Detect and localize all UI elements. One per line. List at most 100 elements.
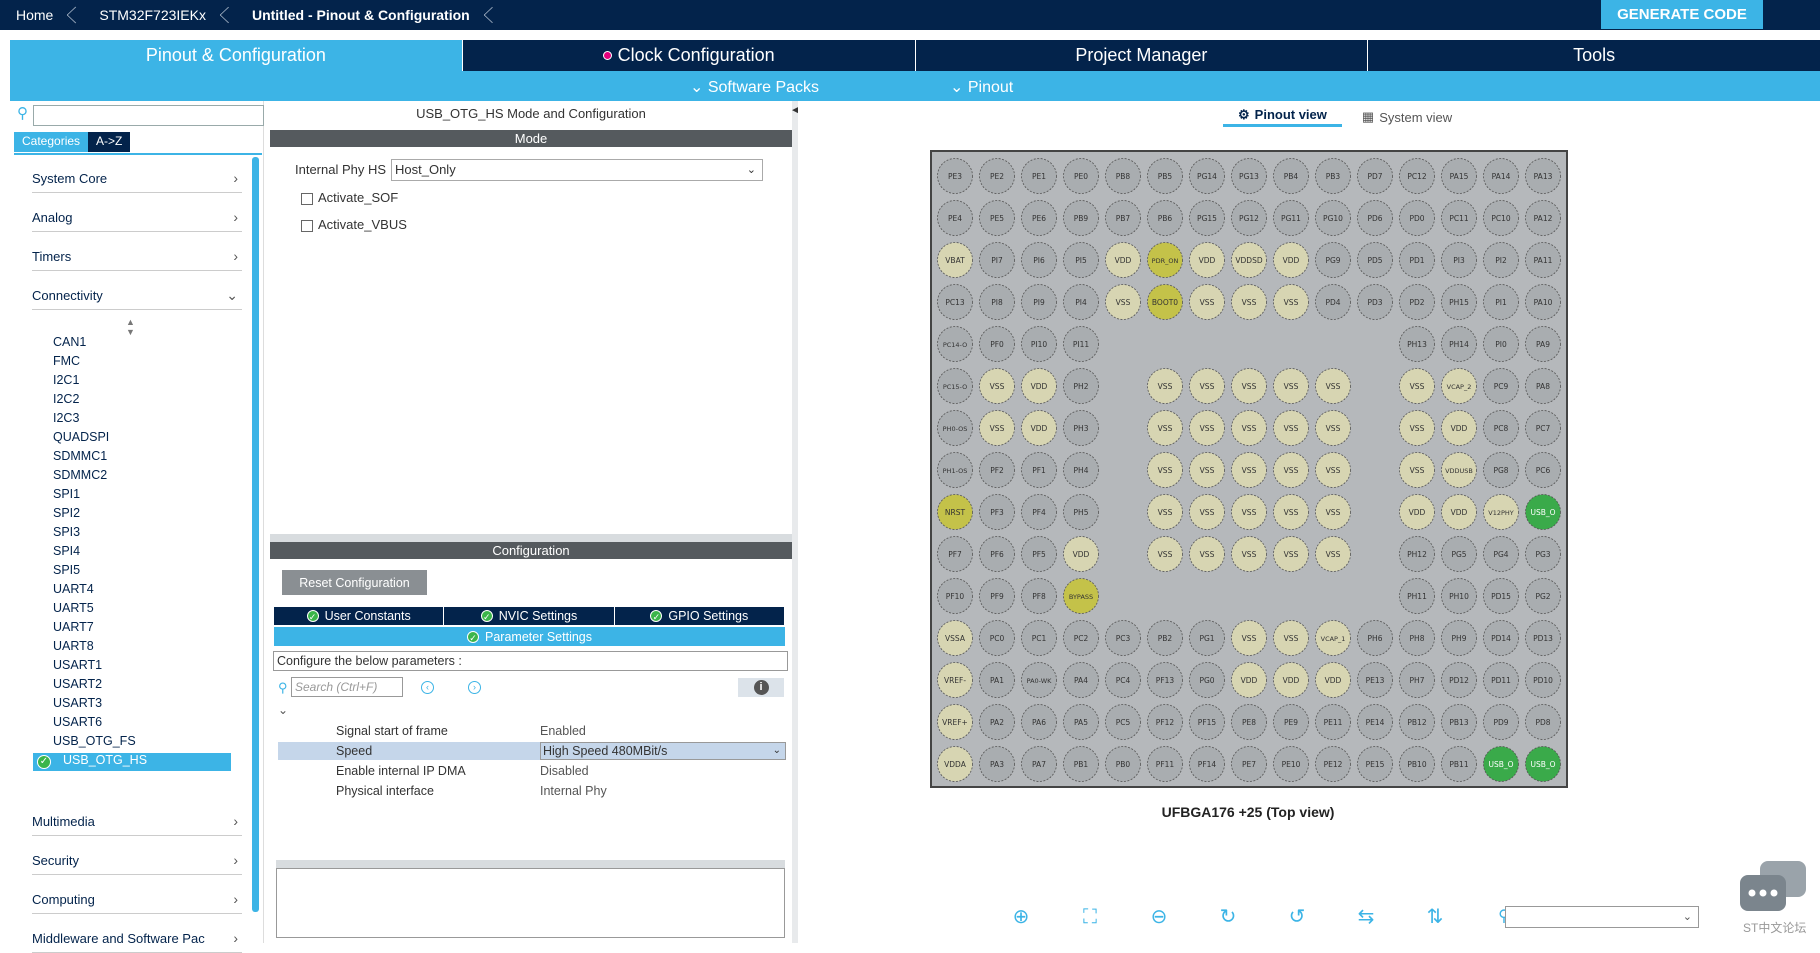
info-icon: i [753,680,769,695]
connectivity-item[interactable]: SPI1 [53,487,80,501]
activate-sof-checkbox[interactable] [301,193,313,205]
pin-label: VCAP_2 [1447,383,1472,391]
connectivity-item[interactable]: FMC [53,354,80,368]
scrollbar[interactable] [252,157,259,912]
connectivity-item[interactable]: SPI3 [53,525,80,539]
connectivity-item[interactable]: SDMMC1 [53,449,107,463]
connectivity-item[interactable]: UART4 [53,582,94,596]
generate-code-button[interactable]: GENERATE CODE [1601,0,1763,29]
tab-pinout-configuration[interactable]: Pinout & Configuration [10,40,462,71]
breadcrumb-device[interactable]: STM32F723IEKx [83,0,236,30]
rotate-right-icon[interactable]: ↻ [1215,904,1241,930]
zoom-out-icon[interactable]: ⊖ [1146,904,1172,930]
pin-label: PC15-O [943,383,967,391]
connectivity-item[interactable]: USART6 [53,715,102,729]
categories-button[interactable]: Categories [14,132,89,152]
connectivity-item[interactable]: QUADSPI [53,430,109,444]
tab-nvic-settings[interactable]: ✓ NVIC Settings [444,607,615,625]
tab-parameter-settings[interactable]: ✓ Parameter Settings [274,627,785,646]
tab-clock-configuration[interactable]: Clock Configuration [461,40,915,71]
previous-result-icon[interactable]: ‹ [421,681,434,694]
connectivity-item[interactable]: I2C2 [53,392,79,406]
parameter-row[interactable]: Signal start of frame Enabled [278,722,786,740]
chevron-down-icon[interactable]: ⌄ [278,703,288,717]
parameter-row[interactable]: Physical interface Internal Phy [278,782,786,800]
parameter-search-input[interactable]: Search (Ctrl+F) [291,677,403,697]
parameter-row[interactable]: Enable internal IP DMA Disabled [278,762,786,780]
connectivity-item[interactable]: USART2 [53,677,102,691]
pin-label: VSS [1242,466,1257,475]
a-z-button[interactable]: A->Z [88,132,131,152]
category-computing[interactable]: Computing › [32,891,242,914]
connectivity-item[interactable]: SPI2 [53,506,80,520]
pin-label: PF6 [990,550,1004,559]
connectivity-item[interactable]: USB_OTG_FS [53,734,136,748]
pinout-menu[interactable]: ⌄ Pinout [950,77,1013,97]
connectivity-item[interactable]: USART3 [53,696,102,710]
splitter[interactable] [276,860,785,868]
parameter-row-selected[interactable]: Speed High Speed 480MBit/s ⌄ [278,742,786,760]
pin-label: PF5 [1032,550,1046,559]
sort-icon[interactable]: ▲ ▼ [126,317,135,337]
pin-search-select[interactable]: ⌄ [1505,906,1699,928]
connectivity-item[interactable]: SDMMC2 [53,468,107,482]
pin-label: PC13 [945,298,965,307]
next-result-icon[interactable]: › [468,681,481,694]
connectivity-item[interactable]: UART8 [53,639,94,653]
category-analog[interactable]: Analog › [32,209,242,232]
breadcrumb-project[interactable]: Untitled - Pinout & Configuration [236,0,500,30]
chat-icon[interactable] [1738,859,1808,919]
category-middleware[interactable]: Middleware and Software Pac › [32,930,242,953]
software-packs-menu[interactable]: ⌄ Software Packs [690,77,819,97]
rotate-left-icon[interactable]: ↺ [1284,904,1310,930]
breadcrumb-bar: Home STM32F723IEKx Untitled - Pinout & C… [0,0,1820,30]
pin-label: PB4 [1284,172,1299,181]
connectivity-item[interactable]: UART7 [53,620,94,634]
tab-project-manager[interactable]: Project Manager [914,40,1368,71]
tab-user-constants[interactable]: ✓ User Constants [274,607,445,625]
pin-label: PE2 [990,172,1004,181]
internal-phy-select[interactable]: Host_Only ⌄ [391,159,763,181]
config-tabs: ✓ User Constants ✓ NVIC Settings ✓ GPIO Set… [274,607,785,625]
connectivity-item[interactable]: CAN1 [53,335,86,349]
pin-label: PF14 [1198,760,1217,769]
splitter[interactable] [270,534,792,542]
category-search-input[interactable] [33,105,264,126]
category-connectivity[interactable]: Connectivity ⌄ [32,287,242,310]
flip-horizontal-icon[interactable]: ⇅ [1422,904,1448,930]
connectivity-item[interactable]: I2C1 [53,373,79,387]
check-icon: ✓ [306,610,319,622]
tab-system-view[interactable]: ▦ System view [1362,107,1452,127]
tab-tools[interactable]: Tools [1367,40,1820,71]
item-label: USART2 [53,677,103,691]
pin-label: PA0-WK [1027,677,1053,685]
connectivity-item[interactable]: UART5 [53,601,94,615]
connectivity-item-selected[interactable]: ✓ USB_OTG_HS [33,753,231,771]
fit-screen-icon[interactable]: ⛶ [1077,904,1103,930]
pin-label: PE8 [1242,718,1256,727]
pin-label: PH15 [1449,298,1469,307]
connectivity-item[interactable]: SPI5 [53,563,80,577]
chevron-right-icon: › [233,813,238,829]
connectivity-item[interactable]: USART1 [53,658,102,672]
category-label: System Core [32,171,108,186]
category-timers[interactable]: Timers › [32,248,242,271]
category-multimedia[interactable]: Multimedia › [32,813,242,836]
breadcrumb-home[interactable]: Home [0,0,83,30]
tab-pinout-view[interactable]: ⚙ Pinout view [1223,107,1342,127]
pin-label: PD9 [1493,718,1508,727]
category-security[interactable]: Security › [32,852,242,875]
pin-label: PE9 [1284,718,1298,727]
category-system-core[interactable]: System Core › [32,170,242,193]
reset-configuration-button[interactable]: Reset Configuration [282,570,427,595]
speed-select[interactable]: High Speed 480MBit/s ⌄ [540,742,786,760]
pin-label: PD2 [1409,298,1424,307]
info-button[interactable]: i [738,678,784,697]
connectivity-item[interactable]: SPI4 [53,544,80,558]
flip-vertical-icon[interactable]: ⇆ [1353,904,1379,930]
pin-label: PD14 [1491,634,1511,643]
zoom-in-icon[interactable]: ⊕ [1008,904,1034,930]
tab-gpio-settings[interactable]: ✓ GPIO Settings [615,607,785,625]
connectivity-item[interactable]: I2C3 [53,411,79,425]
activate-vbus-checkbox[interactable] [301,220,313,232]
